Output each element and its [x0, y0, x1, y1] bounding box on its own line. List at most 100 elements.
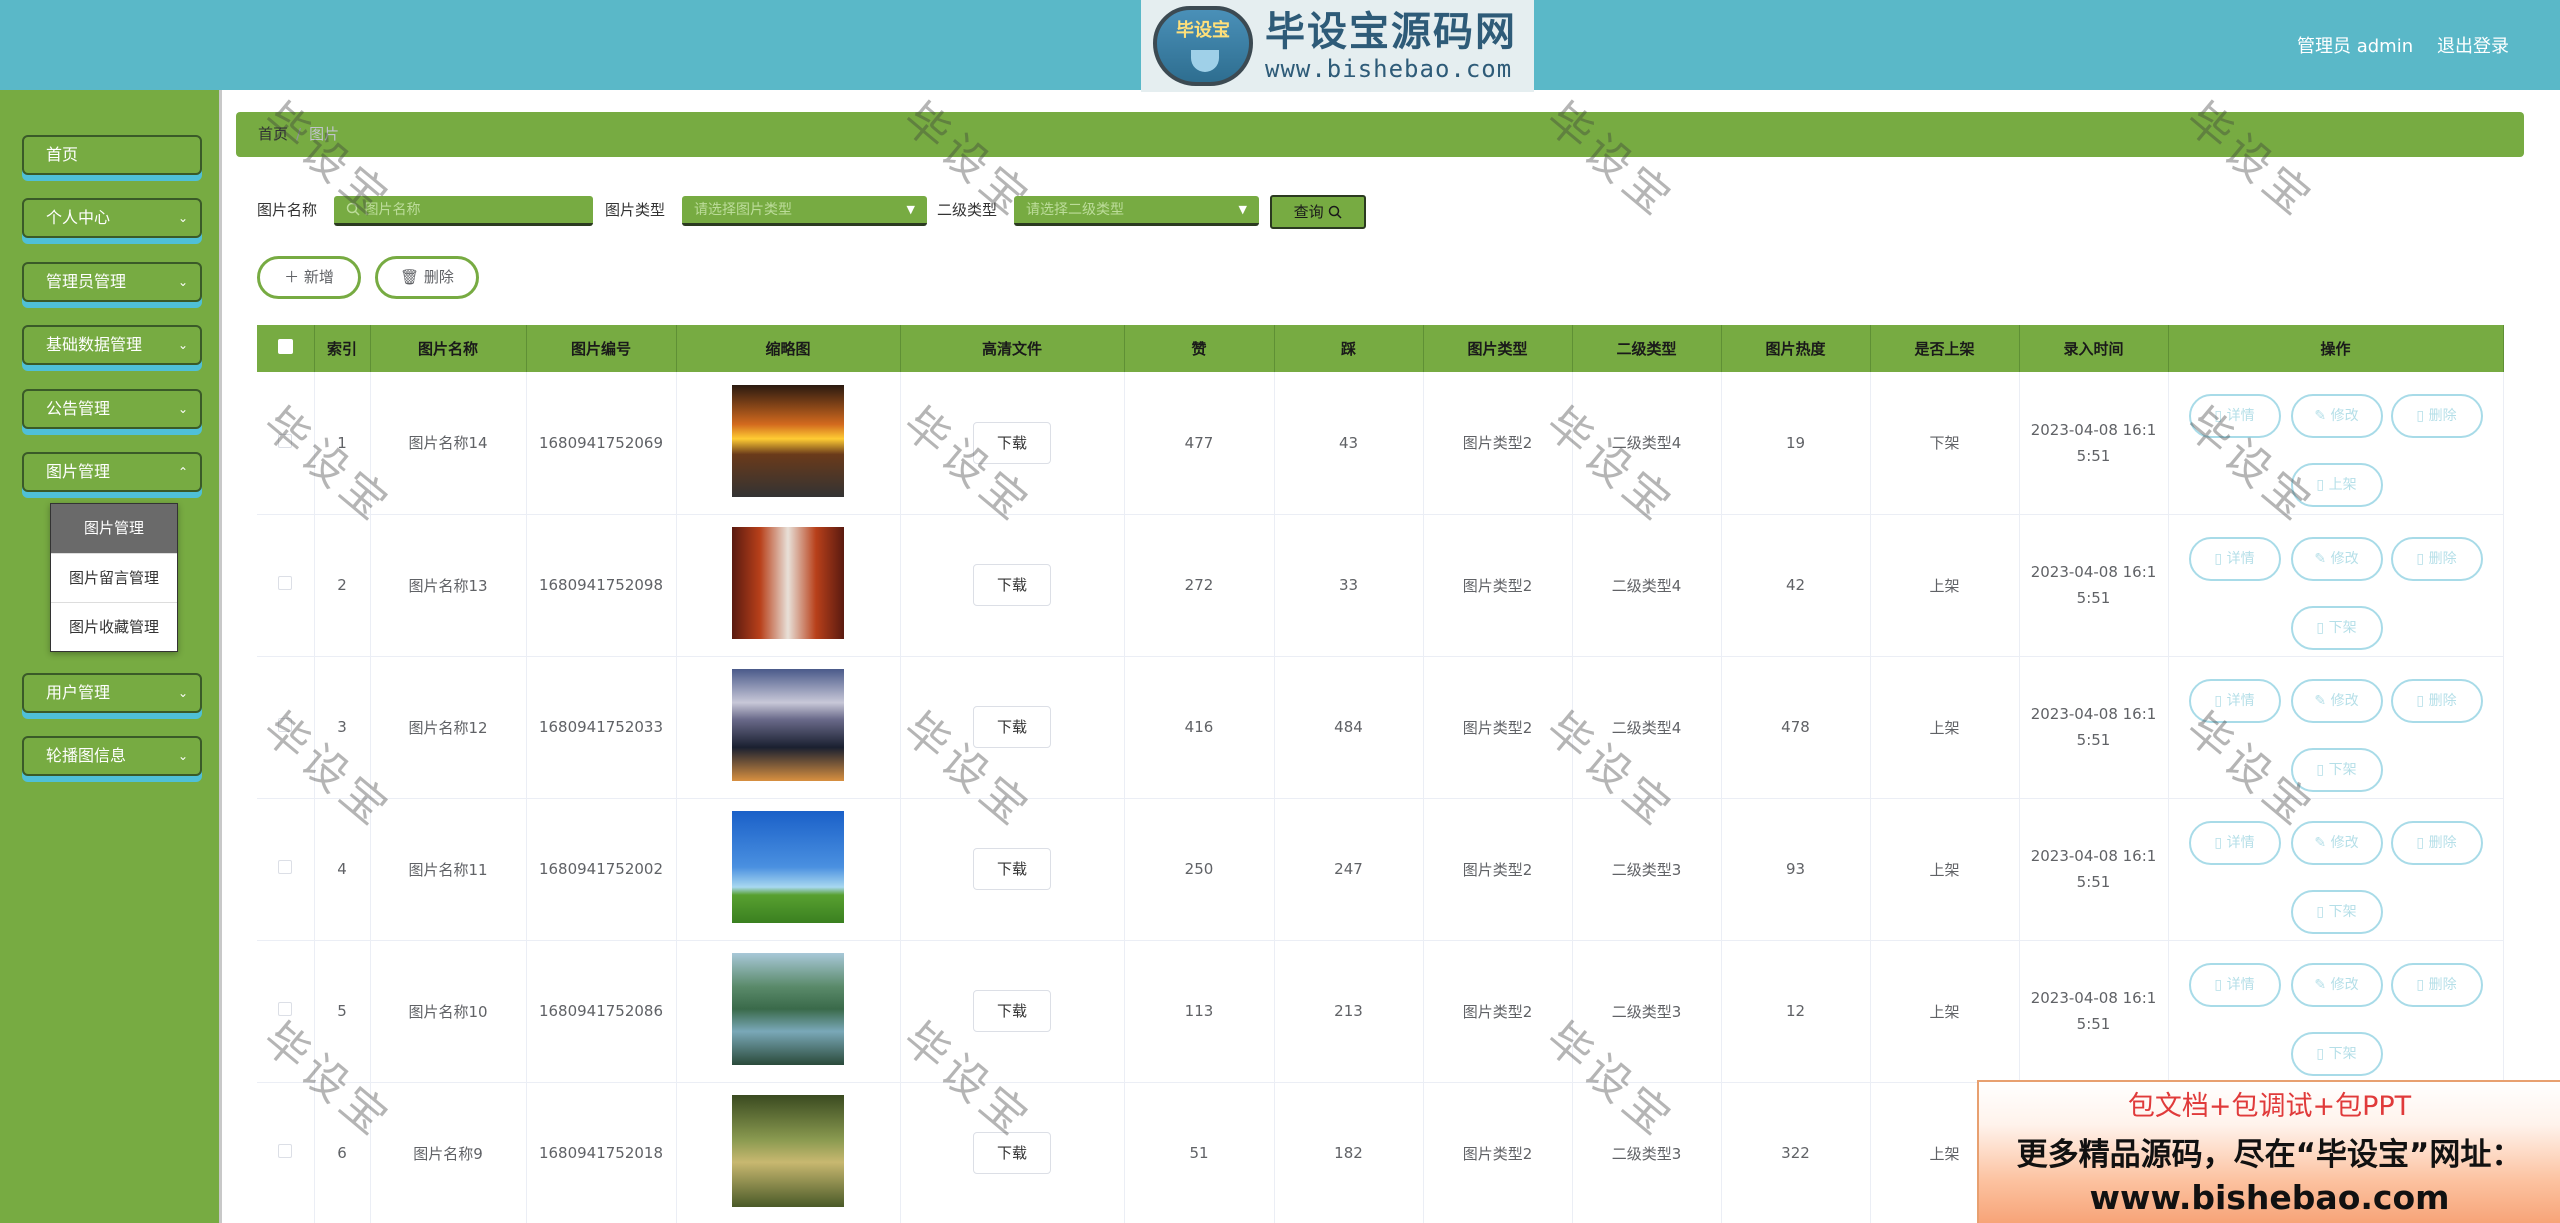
entry-time: 2023-04-08 16:15:51 — [2030, 563, 2157, 607]
sidebar-item-label: 轮播图信息 — [46, 746, 127, 765]
header-thumbnail[interactable]: 缩略图 — [676, 325, 901, 372]
header-entry-time[interactable]: 录入时间 — [2019, 325, 2169, 372]
entry-time: 2023-04-08 16:15:51 — [2030, 420, 2157, 465]
image-type-select[interactable]: 请选择图片类型 ▼ — [682, 196, 927, 226]
header-image-code[interactable]: 图片编号 — [526, 325, 677, 372]
download-button[interactable]: 下载 — [973, 848, 1051, 890]
download-button[interactable]: 下载 — [973, 1132, 1051, 1174]
doc-icon: ▯ — [2214, 834, 2223, 851]
sidebar-divider — [219, 90, 222, 1223]
header-on-shelf[interactable]: 是否上架 — [1870, 325, 2020, 372]
download-button[interactable]: 下载 — [973, 990, 1051, 1032]
sidebar-item-personal-center[interactable]: 个人中心 ⌄ — [22, 198, 202, 238]
logout-link[interactable]: 退出登录 — [2437, 32, 2509, 58]
row-checkbox[interactable] — [278, 576, 293, 590]
image-type-placeholder: 请选择图片类型 — [694, 202, 792, 218]
header-hd-file[interactable]: 高清文件 — [900, 325, 1125, 372]
sidebar-item-base-data[interactable]: 基础数据管理 ⌄ — [22, 325, 202, 365]
header-like[interactable]: 赞 — [1124, 325, 1275, 372]
download-button[interactable]: 下载 — [973, 421, 1051, 464]
image-type-cell: 图片类型2 — [1423, 656, 1573, 799]
thumbnail-image[interactable] — [732, 811, 844, 923]
status-cell: 上架 — [1870, 798, 2020, 941]
sidebar-item-admin-management[interactable]: 管理员管理 ⌄ — [22, 262, 202, 302]
header-select-all[interactable] — [257, 325, 315, 372]
download-button[interactable]: 下载 — [973, 564, 1051, 606]
row-checkbox[interactable] — [278, 1002, 293, 1016]
row-select-cell — [257, 514, 315, 657]
logo-cup-shape — [1191, 50, 1219, 72]
edit-button[interactable]: ✎ 修改 — [2290, 678, 2383, 723]
row-delete-button[interactable]: ▯ 删除 — [2390, 394, 2483, 438]
entry-time-cell: 2023-04-08 16:15:51 — [2019, 798, 2169, 941]
subtype-cell: 二级类型3 — [1572, 1082, 1722, 1223]
edit-icon: ✎ — [2314, 408, 2327, 424]
header-subtype[interactable]: 二级类型 — [1572, 325, 1722, 372]
hd-file-cell: 下载 — [900, 372, 1125, 515]
thumbnail-image[interactable] — [732, 527, 844, 639]
row-delete-button[interactable]: ▯ 删除 — [2390, 820, 2483, 865]
trash-icon: ▯ — [2416, 976, 2425, 993]
image-name-cell: 图片名称13 — [370, 514, 527, 657]
header-image-name[interactable]: 图片名称 — [370, 325, 527, 372]
subtype-cell: 二级类型3 — [1572, 940, 1722, 1083]
query-button[interactable]: 查询 — [1270, 195, 1366, 229]
edit-label: 修改 — [2330, 976, 2359, 993]
detail-label: 详情 — [2226, 692, 2255, 709]
row-select-cell — [257, 656, 315, 799]
header-image-type[interactable]: 图片类型 — [1423, 325, 1573, 372]
toggle-shelf-button[interactable]: ▯ 下架 — [2290, 747, 2383, 792]
detail-button[interactable]: ▯ 详情 — [2188, 962, 2281, 1007]
row-checkbox[interactable] — [278, 860, 293, 874]
subtype-select[interactable]: 请选择二级类型 ▼ — [1014, 196, 1259, 226]
toggle-shelf-button[interactable]: ▯ 下架 — [2290, 605, 2383, 650]
submenu-item-image-management[interactable]: 图片管理 — [51, 504, 177, 553]
edit-button[interactable]: ✎ 修改 — [2290, 394, 2383, 438]
row-delete-button[interactable]: ▯ 删除 — [2390, 678, 2483, 723]
header-heat[interactable]: 图片热度 — [1721, 325, 1871, 372]
header-index[interactable]: 索引 — [314, 325, 371, 372]
detail-button[interactable]: ▯ 详情 — [2188, 820, 2281, 865]
subtype-cell: 二级类型4 — [1572, 372, 1722, 515]
edit-button[interactable]: ✎ 修改 — [2290, 536, 2383, 581]
add-button[interactable]: ＋ 新增 — [257, 256, 361, 299]
detail-button[interactable]: ▯ 详情 — [2188, 678, 2281, 723]
image-name-input[interactable]: 图片名称 — [334, 196, 593, 226]
operations-cell: ▯ 详情 ✎ 修改 ▯ 删除 ▯ 下架 — [2168, 514, 2504, 657]
download-button[interactable]: 下载 — [973, 706, 1051, 748]
row-checkbox[interactable] — [278, 433, 293, 448]
row-checkbox[interactable] — [278, 718, 293, 732]
sidebar-item-home[interactable]: 首页 — [22, 135, 202, 175]
header-dislike[interactable]: 踩 — [1274, 325, 1424, 372]
delete-label: 删除 — [2428, 408, 2457, 424]
select-all-checkbox[interactable] — [277, 339, 293, 354]
submenu-item-image-favorites[interactable]: 图片收藏管理 — [51, 602, 177, 651]
delete-button[interactable]: 🗑 删除 — [375, 256, 479, 299]
toggle-shelf-button[interactable]: ▯ 下架 — [2290, 889, 2383, 934]
row-delete-button[interactable]: ▯ 删除 — [2390, 962, 2483, 1007]
sidebar-item-user-management[interactable]: 用户管理 ⌄ — [22, 673, 202, 713]
heat-cell: 19 — [1721, 372, 1871, 515]
image-name-cell: 图片名称10 — [370, 940, 527, 1083]
row-checkbox[interactable] — [278, 1144, 293, 1158]
toggle-shelf-button[interactable]: ▯ 下架 — [2290, 1031, 2383, 1076]
sidebar-item-carousel[interactable]: 轮播图信息 ⌄ — [22, 736, 202, 776]
edit-button[interactable]: ✎ 修改 — [2290, 820, 2383, 865]
edit-button[interactable]: ✎ 修改 — [2290, 962, 2383, 1007]
thumbnail-image[interactable] — [732, 953, 844, 1065]
submenu-item-image-comments[interactable]: 图片留言管理 — [51, 553, 177, 602]
toggle-shelf-button[interactable]: ▯ 上架 — [2290, 463, 2383, 507]
detail-button[interactable]: ▯ 详情 — [2188, 394, 2281, 438]
thumbnail-cell — [676, 656, 901, 799]
thumbnail-image[interactable] — [732, 1095, 844, 1207]
thumbnail-image[interactable] — [732, 384, 844, 497]
sidebar-item-announcements[interactable]: 公告管理 ⌄ — [22, 389, 202, 429]
thumbnail-image[interactable] — [732, 669, 844, 781]
dislike-cell: 33 — [1274, 514, 1424, 657]
detail-button[interactable]: ▯ 详情 — [2188, 536, 2281, 581]
trash-icon: ▯ — [2416, 834, 2425, 851]
breadcrumb-home[interactable]: 首页 — [258, 125, 288, 143]
row-delete-button[interactable]: ▯ 删除 — [2390, 536, 2483, 581]
sidebar-item-image-management[interactable]: 图片管理 ⌃ — [22, 452, 202, 492]
delete-label: 删除 — [2428, 692, 2457, 709]
